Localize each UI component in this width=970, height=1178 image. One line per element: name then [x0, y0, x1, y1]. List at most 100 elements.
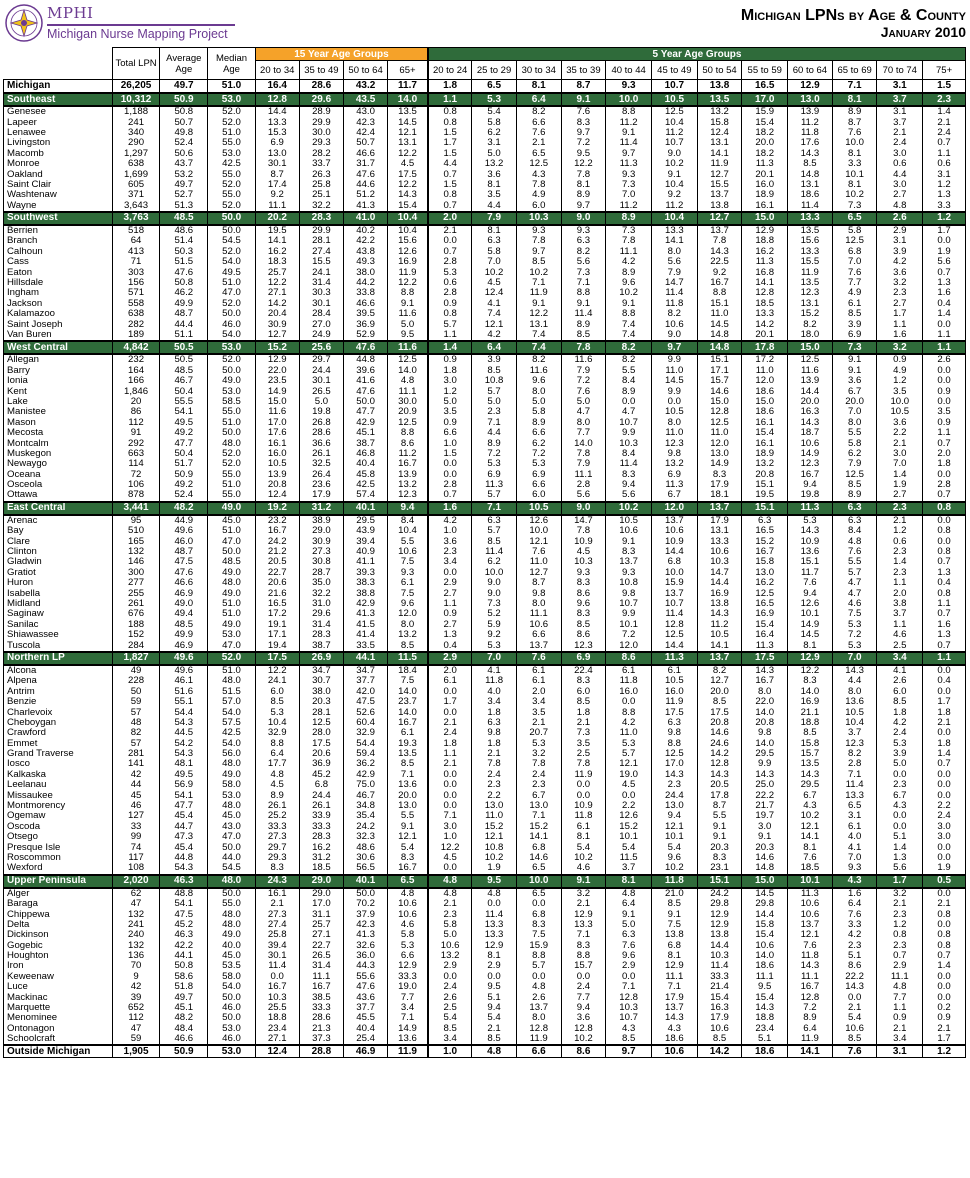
table-row: Saint Clair 605 49.7 52.0 17.4 25.8 44.6 12.2 1.… — [3, 179, 966, 191]
cell: 2.1 — [427, 717, 473, 729]
cell: 16.5 — [741, 598, 789, 610]
cell: 50.0 — [207, 546, 256, 558]
cell: 8.1 — [515, 79, 562, 94]
cell: 9.1 — [831, 354, 878, 366]
cell: 51.7 — [159, 459, 209, 470]
cell: 9.2 — [696, 267, 743, 278]
cell: 510 — [111, 526, 161, 537]
row-name: Presque Isle — [3, 842, 113, 853]
cell: 7.8 — [515, 759, 562, 770]
cell: 28.7 — [298, 567, 345, 579]
cell: 13.1 — [787, 298, 833, 310]
cell: 11.9 — [515, 1034, 562, 1046]
cell: 10.7 — [650, 598, 698, 610]
cell: 13.9 — [386, 469, 429, 480]
cell: 14.0 — [386, 686, 429, 697]
cell: 10.6 — [427, 940, 473, 951]
cell: 10.6 — [787, 898, 833, 910]
cell: 3.5 — [515, 707, 562, 718]
cell: 8.8 — [386, 288, 429, 299]
cell: 12.3 — [650, 438, 698, 449]
table-row: Chippewa 132 47.5 48.0 27.3 31.1 37.9 10.6 2.3 11… — [3, 909, 966, 920]
row-name: Gratiot — [3, 567, 113, 579]
cell: 18.6 — [787, 190, 833, 201]
cell: 11.1 — [605, 246, 652, 258]
cell: 2.4 — [427, 728, 473, 739]
cell: 46.6 — [343, 298, 388, 310]
cell: 9.8 — [741, 728, 789, 739]
cell: 54.0 — [207, 329, 256, 342]
cell: 10.9 — [560, 536, 607, 547]
cell: 20.0 — [787, 396, 833, 408]
cell: 0.9 — [427, 354, 473, 366]
cell: 16.9 — [741, 609, 789, 620]
cell: 91 — [111, 427, 161, 439]
row-name: Mecosta — [3, 427, 113, 439]
cell: 16.0 — [650, 686, 698, 697]
cell: 14.9 — [254, 386, 300, 397]
row-name: Oceana — [3, 469, 113, 480]
table-row: Charlevoix 57 54.4 54.0 5.3 28.1 52.6 14.0 0.0 1.… — [3, 707, 966, 718]
cell: 35.4 — [343, 811, 388, 822]
cell: 4.8 — [386, 887, 429, 899]
cell: 0.0 — [515, 898, 562, 910]
cell: 5.8 — [427, 919, 473, 931]
cell: 4.9 — [831, 288, 878, 299]
cell: 13.2 — [427, 950, 473, 962]
cell: 8.5 — [560, 619, 607, 630]
cell: 17.5 — [254, 650, 300, 666]
cell: 7.5 — [831, 609, 878, 620]
cell: 20.3 — [298, 696, 345, 708]
cell: 413 — [111, 246, 161, 258]
row-name: Upper Peninsula — [3, 873, 113, 889]
cell: 11.4 — [650, 288, 698, 299]
cell: 9.1 — [605, 298, 652, 310]
cell: 8.5 — [605, 1034, 652, 1046]
cell: 6.6 — [427, 427, 473, 439]
brand-subtitle: Michigan Nurse Mapping Project — [47, 27, 228, 41]
table-row: Kalkaska 42 49.5 49.0 4.8 45.2 42.9 7.1 0.0 2.4 2.… — [3, 769, 966, 781]
cell: 1.0 — [427, 438, 473, 449]
table-body: Michigan 26,205 49.7 51.0 16.4 28.6 43.2 11.7 1.… — [3, 79, 966, 1059]
cell: 4.0 — [471, 686, 517, 697]
cell: 9.1 — [650, 909, 698, 920]
cell: 1,905 — [111, 1044, 161, 1059]
cell: 10.5 — [515, 500, 562, 516]
cell: 9.5 — [471, 873, 517, 889]
cell: 42.9 — [343, 769, 388, 781]
cell: 0.8 — [427, 309, 473, 320]
cell: 19.1 — [254, 619, 300, 630]
cell: 43.8 — [343, 246, 388, 258]
table-row: Clare 165 46.0 47.0 24.2 30.9 39.4 5.5 3.6 8.5 12.… — [3, 536, 966, 547]
cell: 42.5 — [207, 158, 256, 170]
cell: 8.0 — [741, 686, 789, 697]
cell: 2.3 — [831, 940, 878, 951]
cell: 0.8 — [922, 930, 966, 941]
cell: 49.0 — [207, 375, 256, 387]
cell: 5.9 — [471, 619, 517, 630]
cell: 23.6 — [298, 479, 345, 491]
cell: 27.3 — [254, 832, 300, 843]
cell: 4.5 — [427, 852, 473, 864]
cell: 16.7 — [696, 277, 743, 289]
cell: 232 — [111, 354, 161, 366]
cell: 10.7 — [605, 598, 652, 610]
cell: 11.0 — [605, 728, 652, 739]
row-name: Montmorency — [3, 800, 113, 812]
cell: 21.3 — [298, 1023, 345, 1035]
cell: 15.4 — [741, 992, 789, 1003]
cell: 7.1 — [560, 277, 607, 289]
cell: 14.1 — [787, 1044, 833, 1059]
cell: 44.7 — [159, 821, 209, 832]
cell: 30.9 — [298, 536, 345, 547]
cell: 10.8 — [471, 375, 517, 387]
cell: 4.3 — [605, 1023, 652, 1035]
cell: 50.9 — [159, 92, 209, 107]
table-row: Iosco 141 48.1 48.0 17.7 36.9 36.2 8.5 2.1 7.8 7.8… — [3, 759, 966, 770]
cell: 1,699 — [111, 169, 161, 180]
cell: 17.5 — [386, 169, 429, 180]
cell: 3.7 — [876, 117, 924, 128]
cell: 16.7 — [386, 863, 429, 875]
cell: 8.2 — [696, 664, 743, 677]
cell: 11.8 — [650, 873, 698, 889]
